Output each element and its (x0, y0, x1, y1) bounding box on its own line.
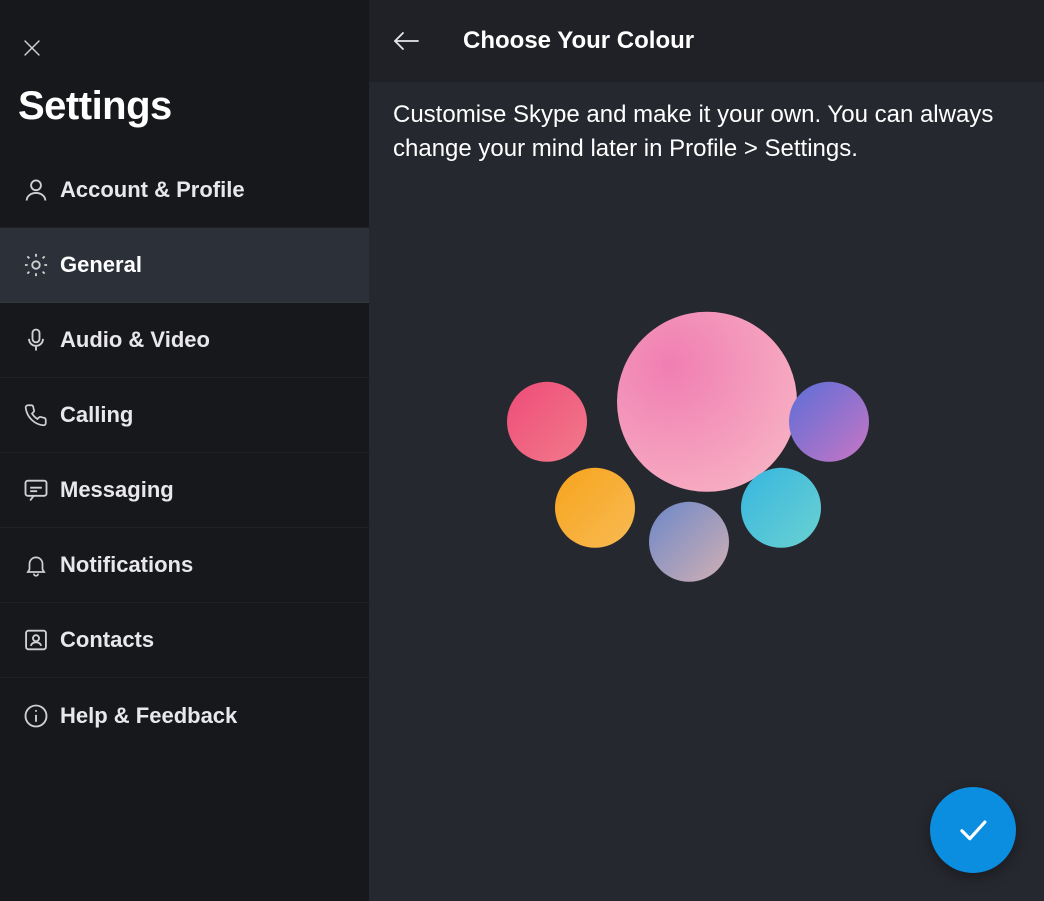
microphone-icon (12, 326, 60, 354)
sidebar-item-contacts[interactable]: Contacts (0, 603, 369, 678)
sidebar-item-label: Messaging (60, 477, 174, 503)
close-button[interactable] (18, 34, 46, 62)
bell-icon (12, 552, 60, 578)
colour-option-purple[interactable] (789, 381, 869, 461)
sidebar-item-label: Notifications (60, 552, 193, 578)
confirm-button[interactable] (930, 787, 1016, 873)
colour-option-pink[interactable] (617, 311, 797, 491)
sidebar-item-general[interactable]: General (0, 228, 369, 303)
sidebar-item-label: Account & Profile (60, 177, 245, 203)
account-icon (12, 176, 60, 204)
sidebar-item-label: Contacts (60, 627, 154, 653)
info-icon (12, 702, 60, 730)
colour-option-orange[interactable] (555, 467, 635, 547)
settings-sidebar: Settings Account & Profile General Audio… (0, 0, 369, 901)
main-content: Choose Your Colour Customise Skype and m… (369, 0, 1044, 901)
gear-icon (12, 251, 60, 279)
sidebar-item-notifications[interactable]: Notifications (0, 528, 369, 603)
phone-icon (12, 402, 60, 428)
sidebar-item-label: General (60, 252, 142, 278)
main-header-title: Choose Your Colour (463, 27, 694, 55)
main-header: Choose Your Colour (369, 0, 1044, 82)
sidebar-item-label: Help & Feedback (60, 703, 237, 729)
arrow-left-icon (392, 30, 420, 52)
contacts-icon (12, 626, 60, 654)
close-icon (22, 38, 42, 58)
sidebar-item-label: Calling (60, 402, 133, 428)
colour-palette (507, 303, 907, 623)
check-icon (954, 811, 992, 849)
sidebar-item-calling[interactable]: Calling (0, 378, 369, 453)
back-button[interactable] (389, 24, 423, 58)
main-description: Customise Skype and make it your own. Yo… (369, 82, 1044, 166)
sidebar-item-label: Audio & Video (60, 327, 210, 353)
sidebar-item-audio-video[interactable]: Audio & Video (0, 303, 369, 378)
sidebar-item-account-profile[interactable]: Account & Profile (0, 153, 369, 228)
sidebar-item-help-feedback[interactable]: Help & Feedback (0, 678, 369, 753)
colour-option-teal[interactable] (741, 467, 821, 547)
colour-option-red[interactable] (507, 381, 587, 461)
sidebar-item-messaging[interactable]: Messaging (0, 453, 369, 528)
chat-icon (12, 476, 60, 504)
sidebar-title: Settings (18, 84, 369, 129)
colour-option-slate[interactable] (649, 501, 729, 581)
settings-nav: Account & Profile General Audio & Video … (0, 153, 369, 753)
